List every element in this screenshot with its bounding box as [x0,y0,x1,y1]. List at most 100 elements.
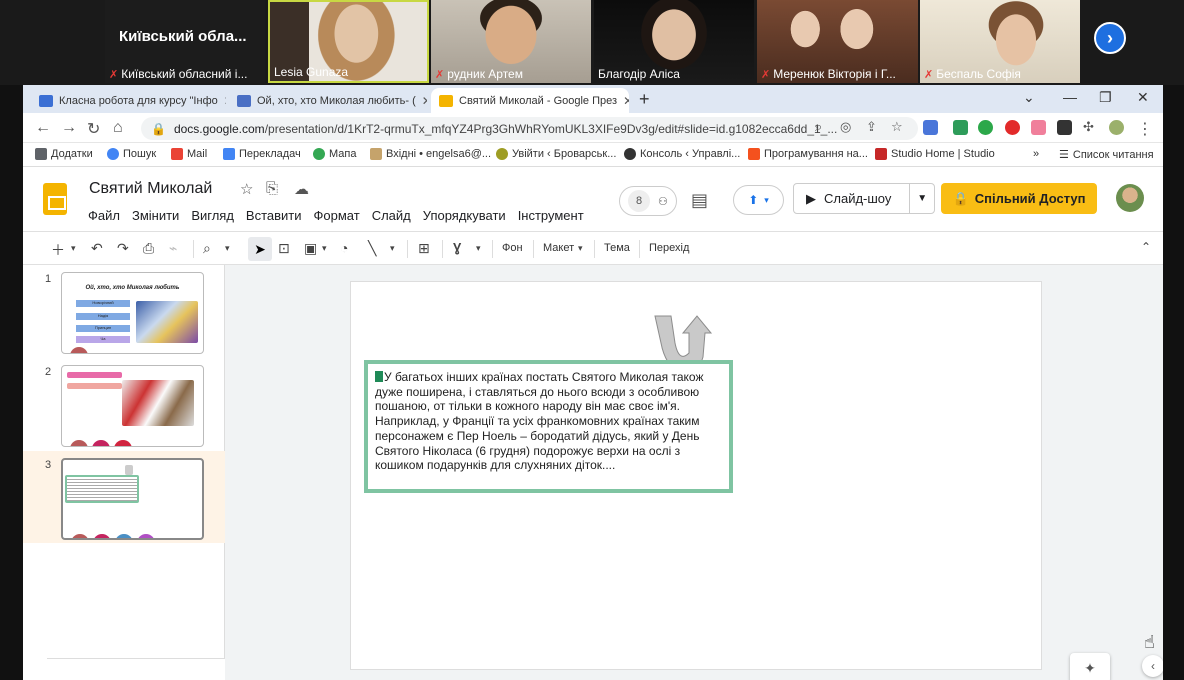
record-extension-icon[interactable] [1031,120,1046,135]
image-icon[interactable]: ▣ [304,240,317,257]
menu-tools[interactable]: Інструмент [518,208,584,223]
transition-button[interactable]: Перехід [649,242,689,254]
move-folder-icon[interactable]: ⎘ [266,180,278,197]
extension-icon[interactable] [953,120,968,135]
restore-button[interactable]: ❐ [1099,89,1112,106]
input-tools-icon[interactable]: Ɣ [453,240,461,255]
forward-icon[interactable]: → [61,119,77,137]
print-icon[interactable]: ⎙ [143,240,154,257]
minimize-button[interactable]: — [1063,89,1077,105]
bookmark-item[interactable]: Консоль ‹ Управлі... [624,148,740,160]
participant-tile[interactable]: ✗ рудник Артем [431,0,591,83]
close-window-button[interactable]: ✕ [1137,89,1149,106]
chevron-down-icon[interactable]: ▾ [390,243,395,254]
more-bookmarks-icon[interactable]: » [1033,148,1039,160]
menu-edit[interactable]: Змінити [132,208,179,223]
menu-arrange[interactable]: Упорядкувати [423,208,506,223]
slideshow-button[interactable]: ▶ Слайд-шоу ▼ [793,183,935,214]
menu-format[interactable]: Формат [314,208,360,223]
browser-tab[interactable]: Ой, хто, хто Миколая любить- ( ✕ [229,88,427,113]
opera-extension-icon[interactable] [1005,120,1020,135]
bookmark-item[interactable]: Мапа [313,148,356,160]
bookmark-item[interactable]: Studio Home | Studio [875,148,995,160]
check-extension-icon[interactable] [978,120,993,135]
close-tab-icon[interactable]: ✕ [224,94,226,108]
bookmark-item[interactable]: Додатки [35,148,93,160]
menu-insert[interactable]: Вставити [246,208,302,223]
participant-tile[interactable]: ✗ Меренюк Вікторія і Г... [757,0,918,83]
new-tab-button[interactable]: + [639,89,650,110]
home-icon[interactable]: ⌂ [113,119,123,137]
bookmark-item[interactable]: Перекладач [223,148,301,160]
select-cursor-icon[interactable]: ➤ [248,237,272,261]
zoom-icon[interactable]: ⌕ [815,119,822,135]
slide-thumbnail-image[interactable] [61,458,204,540]
slide-text-box[interactable]: У багатьох інших країнах постать Святого… [364,360,733,493]
document-title[interactable]: Святий Миколай [89,180,212,198]
collaborators-button[interactable]: 8 ⚇ [619,186,677,216]
close-tab-icon[interactable]: ✕ [422,94,427,108]
theme-button[interactable]: Тема [604,242,630,254]
menu-view[interactable]: Вигляд [191,208,234,223]
chevron-right-icon[interactable]: › [1094,22,1126,54]
chevron-left-icon[interactable]: ‹ [1142,655,1163,677]
slide-thumbnail-image[interactable]: Ой, хто, хто Миколая любить Новорічний Н… [61,272,204,354]
eye-off-icon[interactable]: ◎ [840,119,851,135]
close-tab-icon[interactable]: ✕ [623,94,629,108]
redo-icon[interactable]: ↷ [117,240,129,257]
bookmark-item[interactable]: Пошук [107,148,156,160]
text-box-icon[interactable]: ⊡ [278,240,290,257]
participant-tile[interactable]: Київський обла... ✗ Київський обласний і.… [105,0,265,83]
screen-extension-icon[interactable] [1057,120,1072,135]
star-icon[interactable]: ☆ [240,180,253,198]
participant-tile[interactable]: ✗ Беспаль Софія [920,0,1080,83]
line-icon[interactable]: ╲ [368,240,376,257]
reload-icon[interactable]: ↻ [87,119,100,139]
chevron-down-icon[interactable]: ▾ [71,243,76,254]
url-input[interactable]: 🔒 docs.google.com/presentation/d/1KrT2-q… [141,117,918,140]
comment-history-icon[interactable]: ▤ [691,190,708,211]
participant-tile-active-speaker[interactable]: Lesia Gunaza [268,0,429,83]
slide-canvas[interactable]: У багатьох інших країнах постать Святого… [350,281,1042,670]
bookmark-item[interactable]: Увійти ‹ Броварськ... [496,148,616,160]
chevron-down-icon[interactable]: ▾ [225,243,230,254]
slides-logo-icon[interactable] [43,183,67,215]
undo-icon[interactable]: ↶ [91,240,103,257]
extensions-puzzle-icon[interactable]: ✣ [1083,119,1094,135]
bookmark-star-icon[interactable]: ☆ [891,119,903,135]
share-page-icon[interactable]: ⇪ [866,119,877,135]
profile-avatar[interactable] [1109,120,1124,135]
chevron-down-icon[interactable]: ▾ [322,243,327,254]
layout-button[interactable]: Макет [543,242,574,254]
bookmark-item[interactable]: Вхідні • engelsa6@... [370,148,491,160]
slide-thumbnail[interactable]: 2 [23,358,225,450]
collapse-toolbar-icon[interactable]: ⌃ [1141,240,1151,254]
chevron-down-icon[interactable]: ▾ [476,243,481,254]
chevron-down-icon[interactable]: ▼ [910,193,934,204]
slide-thumbnail-image[interactable] [61,365,204,447]
translate-extension-icon[interactable] [923,120,938,135]
back-icon[interactable]: ← [35,119,51,137]
shape-icon[interactable]: ◔ [340,240,348,256]
explore-icon[interactable]: ✦ [1070,653,1110,680]
browser-tab[interactable]: Класна робота для курсу "Інфо ✕ [31,88,226,113]
slide-thumbnail-selected[interactable]: 3 [23,451,225,543]
new-slide-icon[interactable]: ＋ [51,240,65,260]
zoom-icon[interactable]: ⌕ [203,240,211,257]
reading-list-button[interactable]: ☰ Список читання [1059,148,1154,162]
avatar[interactable] [1116,184,1144,212]
bookmark-item[interactable]: Mail [171,148,207,160]
more-menu-icon[interactable]: ⋮ [1137,119,1153,139]
background-button[interactable]: Фон [502,242,523,254]
participant-tile[interactable]: Благодір Аліса [594,0,754,83]
present-to-meeting-button[interactable]: ⬆ ▾ [733,185,784,215]
share-button[interactable]: 🔒 Спільний Доступ [941,183,1097,214]
filmstrip-view-toggle[interactable] [47,658,225,680]
menu-file[interactable]: Файл [88,208,120,223]
paint-format-icon[interactable]: ⌁ [169,240,177,257]
menu-slide[interactable]: Слайд [372,208,411,223]
slide-thumbnail[interactable]: 1 Ой, хто, хто Миколая любить Новорічний… [23,265,225,357]
browser-tab-active[interactable]: Святий Миколай - Google През ✕ [431,88,629,113]
bookmark-item[interactable]: Програмування на... [748,148,868,160]
add-comment-icon[interactable]: ⊞ [418,240,430,257]
